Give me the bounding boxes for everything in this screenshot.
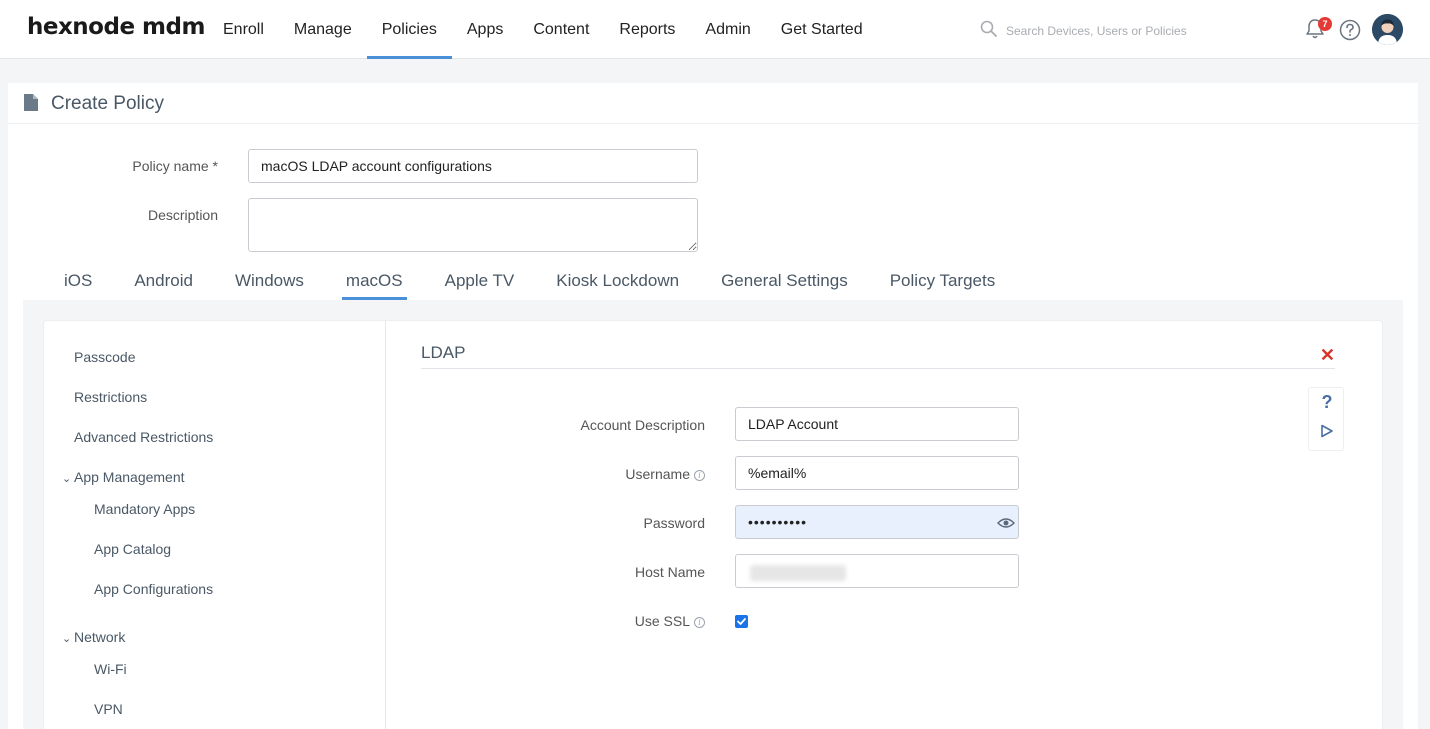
macos-settings-panel: Passcode Restrictions Advanced Restricti… [43,320,1383,729]
info-icon[interactable]: i [694,616,705,628]
nav-get-started[interactable]: Get Started [766,0,878,59]
redacted-host-value [750,565,846,581]
username-label-text: Username [625,466,690,482]
host-name-label: Host Name [634,564,705,580]
checkmark-icon [737,618,746,625]
policy-editor: Policy name * Description iOS Android Wi… [8,124,1418,729]
top-navigation-bar: hexnode mdm Enroll Manage Policies Apps … [0,0,1430,59]
sidebar-item-wifi[interactable]: Wi-Fi [94,661,127,677]
page-title: Create Policy [51,93,164,114]
use-ssl-label-text: Use SSL [634,613,690,629]
ldap-section-header: LDAP ✕ [421,343,1335,369]
info-icon[interactable]: i [694,469,705,481]
tab-macos[interactable]: macOS [325,266,424,300]
tab-kiosk-lockdown[interactable]: Kiosk Lockdown [535,266,700,300]
avatar-icon [1372,14,1403,45]
sidebar-item-app-catalog[interactable]: App Catalog [94,541,171,557]
tab-apple-tv[interactable]: Apple TV [424,266,536,300]
sidebar-group-label: Network [74,629,126,645]
document-icon [24,94,38,111]
global-search [980,19,1240,43]
sidebar-group-app-management[interactable]: ⌄ App Management [62,469,185,485]
platform-tabs: iOS Android Windows macOS Apple TV Kiosk… [23,266,1403,300]
help-toolbox: ? [1308,387,1344,451]
sidebar-group-network[interactable]: ⌄ Network [62,629,125,645]
nav-apps[interactable]: Apps [452,0,518,59]
password-label: Password [643,515,705,531]
use-ssl-label: Use SSL i [505,613,705,629]
use-ssl-checkbox[interactable] [735,615,748,628]
description-textarea[interactable] [248,198,698,252]
username-label: Username i [505,466,705,482]
policy-name-input[interactable] [248,149,698,183]
sidebar-item-advanced-restrictions[interactable]: Advanced Restrictions [74,429,213,445]
sidebar-item-restrictions[interactable]: Restrictions [74,389,147,405]
sidebar-item-vpn[interactable]: VPN [94,701,123,717]
nav-content[interactable]: Content [518,0,604,59]
nav-enroll[interactable]: Enroll [208,0,279,59]
sidebar-item-app-configurations[interactable]: App Configurations [94,581,213,597]
tab-policy-targets[interactable]: Policy Targets [869,266,1017,300]
eye-icon[interactable] [997,517,1015,529]
question-icon[interactable]: ? [1309,392,1345,413]
tab-android[interactable]: Android [113,266,214,300]
sidebar-group-label: App Management [74,469,185,485]
password-input[interactable] [735,505,1019,539]
account-description-input[interactable] [735,407,1019,441]
nav-manage[interactable]: Manage [279,0,367,59]
user-avatar[interactable] [1372,14,1403,45]
policy-name-label: Policy name * [132,158,218,174]
search-input[interactable] [1006,19,1236,43]
nav-admin[interactable]: Admin [690,0,765,59]
nav-reports[interactable]: Reports [604,0,690,59]
close-icon[interactable]: ✕ [1320,345,1335,366]
play-icon[interactable] [1320,424,1334,438]
description-label: Description [147,207,218,223]
notification-badge: 7 [1318,17,1332,31]
tab-windows[interactable]: Windows [214,266,325,300]
search-icon [980,20,997,37]
username-input[interactable] [735,456,1019,490]
page-header: Create Policy [8,83,1418,124]
chevron-down-icon: ⌄ [62,633,72,645]
hexnode-logo[interactable]: hexnode mdm [27,14,205,40]
main-nav: Enroll Manage Policies Apps Content Repo… [208,0,878,59]
tab-ios[interactable]: iOS [23,266,113,300]
help-circle-icon[interactable] [1339,19,1361,41]
tab-general-settings[interactable]: General Settings [700,266,869,300]
sidebar-item-passcode[interactable]: Passcode [74,349,135,365]
sidebar-item-mandatory-apps[interactable]: Mandatory Apps [94,501,195,517]
nav-policies[interactable]: Policies [366,0,453,59]
chevron-down-icon: ⌄ [62,473,72,485]
section-title: LDAP [421,343,466,362]
account-description-label: Account Description [580,417,705,433]
policy-sidebar: Passcode Restrictions Advanced Restricti… [44,321,386,729]
